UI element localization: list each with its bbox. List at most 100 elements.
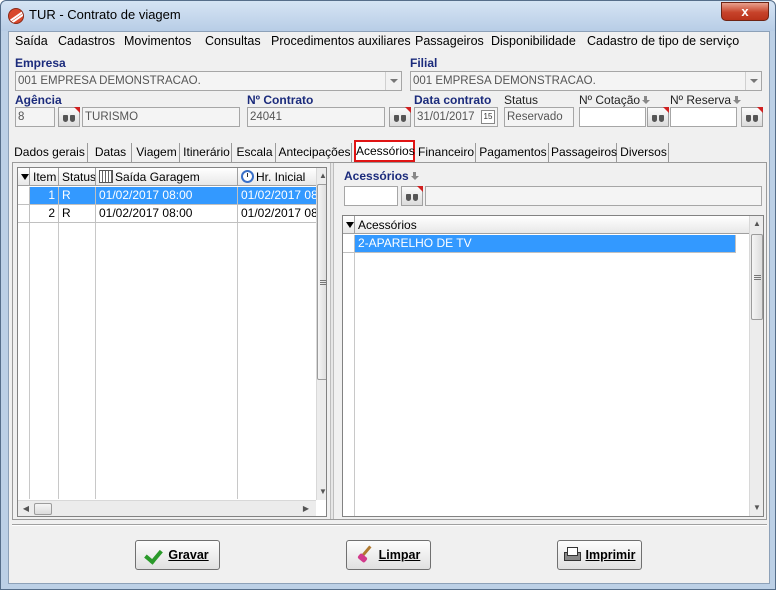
scroll-right-icon[interactable]: ▶ <box>298 501 314 516</box>
menu-cadastros[interactable]: Cadastros <box>58 34 115 48</box>
clear-button[interactable]: Limpar <box>346 540 431 570</box>
print-button[interactable]: Imprimir <box>557 540 642 570</box>
acessorio-lookup-button[interactable] <box>401 186 423 206</box>
column-menu-button[interactable] <box>343 216 355 234</box>
agencia-lookup-button[interactable] <box>58 107 80 127</box>
data-contrato-label: Data contrato <box>414 93 492 107</box>
header-status[interactable]: Status <box>59 168 96 186</box>
acessorios-grid[interactable]: Acessórios 2-APARELHO DE TV ▲ ▼ <box>342 215 764 517</box>
calendar-icon[interactable]: 15 <box>481 110 495 124</box>
save-button[interactable]: Gravar <box>135 540 220 570</box>
calendar-icon <box>99 170 113 183</box>
table-row[interactable]: 2 R 01/02/2017 08:00 01/02/2017 08:0 <box>18 205 318 223</box>
menu-passageiros[interactable]: Passageiros <box>415 34 484 48</box>
menu-consultas[interactable]: Consultas <box>205 34 261 48</box>
close-button[interactable]: x <box>721 2 769 21</box>
scroll-down-icon[interactable]: ▼ <box>315 484 326 500</box>
itinerary-grid[interactable]: Item Status Saída Garagem Hr. Inicial 1 … <box>17 167 327 517</box>
table-row[interactable]: 2-APARELHO DE TV <box>343 235 749 253</box>
save-button-label: Gravar <box>168 548 209 562</box>
reserva-label: Nº Reserva <box>670 93 742 107</box>
chevron-down-icon[interactable] <box>745 72 761 90</box>
clear-button-label: Limpar <box>378 548 421 562</box>
sort-down-icon[interactable] <box>642 96 651 105</box>
check-icon <box>146 546 164 562</box>
scroll-thumb[interactable] <box>317 184 326 380</box>
menu-saida[interactable]: Saída <box>15 34 48 48</box>
horizontal-scrollbar[interactable]: ◀ ▶ <box>18 500 316 516</box>
tab-acessorios[interactable]: Acessórios <box>354 140 415 162</box>
tab-viagem[interactable]: Viagem <box>134 143 180 163</box>
filial-combo[interactable]: 001 EMPRESA DEMONSTRACAO. <box>410 71 762 91</box>
header-item[interactable]: Item <box>30 168 59 186</box>
scroll-left-icon[interactable]: ◀ <box>18 501 34 516</box>
client-area: Saída Cadastros Movimentos Consultas Pro… <box>8 31 770 584</box>
scroll-thumb[interactable] <box>34 503 52 515</box>
grid-header: Item Status Saída Garagem Hr. Inicial <box>18 168 318 186</box>
menu-disponibilidade[interactable]: Disponibilidade <box>491 34 576 48</box>
cotacao-field[interactable] <box>579 107 646 127</box>
cell-acessorio: 2-APARELHO DE TV <box>355 235 736 253</box>
column-menu-button[interactable] <box>18 168 30 186</box>
tab-page-acessorios: Item Status Saída Garagem Hr. Inicial 1 … <box>12 162 767 520</box>
contrato-lookup-button[interactable] <box>389 107 411 127</box>
title-bar: TUR - Contrato de viagem x <box>1 1 775 31</box>
agencia-code-field[interactable]: 8 <box>15 107 55 127</box>
acessorios-label-text: Acessórios <box>344 169 409 183</box>
tab-diversos[interactable]: Diversos <box>619 143 669 163</box>
triangle-down-icon <box>346 222 354 228</box>
tab-datas[interactable]: Datas <box>90 143 132 163</box>
vertical-scrollbar[interactable]: ▲ ▼ <box>315 168 326 500</box>
tab-antecipacoes[interactable]: Antecipações <box>278 143 352 163</box>
cell-status: R <box>59 205 96 223</box>
data-contrato-field[interactable]: 31/01/2017 15 <box>414 107 498 127</box>
contrato-field[interactable]: 24041 <box>247 107 385 127</box>
cotacao-label: Nº Cotação <box>579 93 651 107</box>
reserva-field[interactable] <box>670 107 737 127</box>
empresa-label: Empresa <box>15 56 66 70</box>
panel-splitter[interactable] <box>330 163 334 519</box>
binoculars-icon <box>746 113 758 122</box>
row-indicator <box>18 205 30 223</box>
menu-movimentos[interactable]: Movimentos <box>124 34 191 48</box>
scroll-up-icon[interactable]: ▲ <box>749 216 763 232</box>
agencia-name-field: TURISMO <box>82 107 240 127</box>
row-indicator <box>343 235 355 253</box>
header-hr-inicial-text: Hr. Inicial <box>256 170 306 184</box>
scroll-thumb[interactable] <box>751 234 763 320</box>
sort-down-icon[interactable] <box>733 96 742 105</box>
binoculars-icon <box>63 113 75 122</box>
tab-dados-gerais[interactable]: Dados gerais <box>12 143 88 163</box>
reserva-lookup-button[interactable] <box>741 107 763 127</box>
tab-financeiro[interactable]: Financeiro <box>417 143 476 163</box>
cotacao-label-text: Nº Cotação <box>579 93 641 107</box>
filial-value: 001 EMPRESA DEMONSTRACAO. <box>413 75 596 87</box>
acessorios-label: Acessórios <box>344 169 419 183</box>
tab-itinerario[interactable]: Itinerário <box>182 143 232 163</box>
divider <box>12 524 767 526</box>
header-saida-garagem-text: Saída Garagem <box>115 170 200 184</box>
header-hr-inicial[interactable]: Hr. Inicial <box>238 168 318 186</box>
tab-escala[interactable]: Escala <box>234 143 276 163</box>
triangle-down-icon <box>21 174 29 180</box>
menu-procedimentos[interactable]: Procedimentos auxiliares <box>271 34 411 48</box>
scroll-up-icon[interactable]: ▲ <box>315 168 326 184</box>
tab-passageiros[interactable]: Passageiros <box>551 143 617 163</box>
vertical-scrollbar[interactable]: ▲ ▼ <box>749 216 763 516</box>
acessorio-code-field[interactable] <box>344 186 398 206</box>
empresa-combo[interactable]: 001 EMPRESA DEMONSTRACAO. <box>15 71 402 91</box>
status-field: Reservado <box>504 107 574 127</box>
header-saida-garagem[interactable]: Saída Garagem <box>96 168 238 186</box>
cell-hr-inicial: 01/02/2017 08:0 <box>238 205 318 223</box>
status-label: Status <box>504 93 539 107</box>
tab-pagamentos[interactable]: Pagamentos <box>478 143 549 163</box>
print-button-label: Imprimir <box>585 548 636 562</box>
cotacao-lookup-button[interactable] <box>647 107 669 127</box>
clock-icon <box>241 170 254 183</box>
header-acessorios[interactable]: Acessórios <box>355 216 749 234</box>
sort-down-icon[interactable] <box>410 172 419 181</box>
table-row[interactable]: 1 R 01/02/2017 08:00 01/02/2017 08:0 <box>18 187 318 205</box>
chevron-down-icon[interactable] <box>385 72 401 90</box>
scroll-down-icon[interactable]: ▼ <box>749 500 763 516</box>
menu-cadastro-tipo-servico[interactable]: Cadastro de tipo de serviço <box>587 34 739 48</box>
